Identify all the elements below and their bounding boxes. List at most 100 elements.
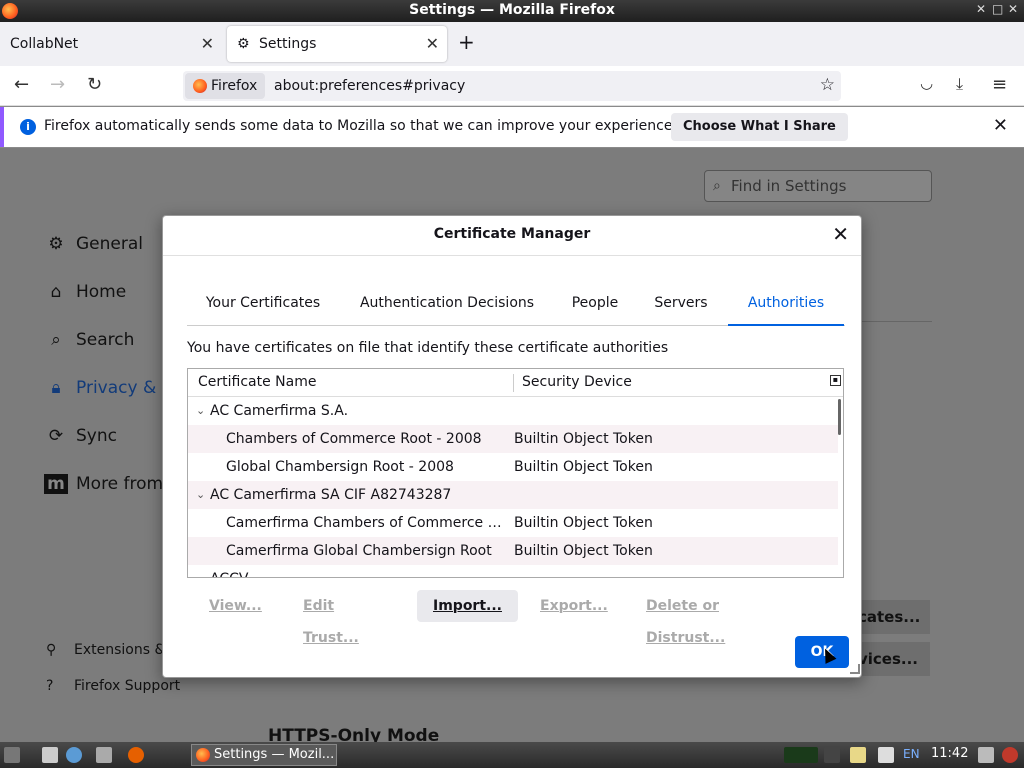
nav-more-from-mozilla[interactable]: m More from <box>44 474 163 494</box>
chevron-down-icon[interactable]: ⌄ <box>196 481 205 509</box>
start-menu-icon[interactable] <box>4 747 20 763</box>
new-tab-icon[interactable]: + <box>458 30 475 54</box>
notification-message: Firefox automatically sends some data to… <box>44 118 677 134</box>
firefox-support-link[interactable]: ? Firefox Support <box>46 678 180 694</box>
certificate-name: ACCV <box>210 565 490 577</box>
close-notification-icon[interactable]: ✕ <box>993 115 1008 136</box>
puzzle-icon: ⚲ <box>46 642 57 658</box>
gear-icon: ⚙ <box>237 36 250 52</box>
keyboard-layout[interactable]: EN <box>903 747 920 761</box>
tab-label: CollabNet <box>10 36 79 52</box>
tree-group-row[interactable]: ⌄ AC Camerfirma SA CIF A82743287 <box>188 481 838 509</box>
chevron-down-icon[interactable]: ⌄ <box>196 565 205 577</box>
view-button[interactable]: View... <box>193 590 278 622</box>
column-security-device[interactable]: Security Device <box>522 374 632 390</box>
delete-or-distrust-button[interactable]: Delete or Distrust... <box>630 590 741 646</box>
security-device: Builtin Object Token <box>514 459 653 475</box>
p-app-icon[interactable] <box>850 747 866 763</box>
find-placeholder: Find in Settings <box>731 177 847 195</box>
minimize-icon[interactable]: ✕ <box>976 2 986 16</box>
home-icon: ⌂ <box>50 282 62 302</box>
scrollbar-thumb[interactable] <box>838 399 841 435</box>
taskbar-window-label: Settings — Mozil... <box>214 747 335 762</box>
tab-authorities[interactable]: Authorities <box>728 290 844 326</box>
column-separator[interactable] <box>513 374 514 392</box>
certificate-name: Global Chambersign Root - 2008 <box>226 459 454 475</box>
authorities-description: You have certificates on file that ident… <box>187 340 669 356</box>
gear-icon: ⚙ <box>48 234 64 254</box>
certificate-name: AC Camerfirma S.A. <box>210 403 349 419</box>
forward-icon[interactable]: → <box>50 74 65 95</box>
choose-what-i-share-button[interactable]: Choose What I Share <box>671 113 848 141</box>
menu-icon[interactable]: ≡ <box>992 74 1007 95</box>
nav-general[interactable]: ⚙ General <box>44 234 143 254</box>
nav-bar: ← → ↻ Firefox about:preferences#privacy … <box>0 66 1024 106</box>
file-manager-icon[interactable] <box>42 747 58 763</box>
identity-box[interactable]: Firefox <box>185 73 266 99</box>
certificate-name: AC Camerfirma SA CIF A82743287 <box>210 487 452 503</box>
dialog-tabs: Your Certificates Authentication Decisio… <box>187 290 845 326</box>
taskbar-window-firefox[interactable]: Settings — Mozil... <box>191 744 337 766</box>
pocket-icon[interactable]: ◡ <box>920 74 933 92</box>
certificate-tree[interactable]: Certificate Name Security Device ▪ ⌄ AC C… <box>187 368 844 578</box>
back-icon[interactable]: ← <box>14 74 29 95</box>
close-window-icon[interactable]: ✕ <box>1008 2 1018 16</box>
certificate-row[interactable]: Global Chambersign Root - 2008 Builtin Ob… <box>188 453 838 481</box>
reload-icon[interactable]: ↻ <box>87 74 102 95</box>
tab-collabnet[interactable]: CollabNet ✕ <box>0 26 222 62</box>
url-text[interactable]: about:preferences#privacy <box>274 71 465 101</box>
tab-your-certificates[interactable]: Your Certificates <box>193 290 333 326</box>
cpu-graph-icon <box>784 747 818 763</box>
edit-trust-button[interactable]: Edit Trust... <box>287 590 375 646</box>
downloads-icon[interactable]: ⤓ <box>956 74 963 94</box>
certificate-name: Camerfirma Chambers of Commerce Root <box>226 515 506 531</box>
desktop-icon[interactable] <box>96 747 112 763</box>
nav-privacy[interactable]: 🔒︎ Privacy & S <box>44 378 172 398</box>
close-dialog-icon[interactable]: ✕ <box>832 224 849 244</box>
security-device: Builtin Object Token <box>514 543 653 559</box>
resize-grip-icon[interactable] <box>850 664 860 674</box>
url-bar[interactable]: Firefox about:preferences#privacy ☆ <box>183 71 841 101</box>
nav-home[interactable]: ⌂ Home <box>44 282 127 302</box>
tab-strip: CollabNet ✕ ⚙ Settings ✕ <box>0 22 1024 66</box>
certificate-row[interactable]: Camerfirma Chambers of Commerce Root Buil… <box>188 509 838 537</box>
tab-servers[interactable]: Servers <box>647 290 715 326</box>
chevron-down-icon[interactable]: ⌄ <box>196 397 205 425</box>
column-certificate-name[interactable]: Certificate Name <box>198 374 316 390</box>
tab-authentication-decisions[interactable]: Authentication Decisions <box>353 290 541 326</box>
tree-group-row[interactable]: ⌄ AC Camerfirma S.A. <box>188 397 838 425</box>
close-tab-icon[interactable]: ✕ <box>201 26 214 62</box>
clock: 11:42 <box>931 746 969 761</box>
search-tray-icon[interactable] <box>878 747 894 763</box>
maximize-icon[interactable]: □ <box>992 2 1003 16</box>
export-button[interactable]: Export... <box>524 590 624 622</box>
firefox-icon <box>193 79 207 93</box>
bookmark-star-icon[interactable]: ☆ <box>820 75 835 95</box>
window-title: Settings — Mozilla Firefox <box>409 2 615 18</box>
import-button[interactable]: Import... <box>417 590 518 622</box>
nav-sync[interactable]: ⟳ Sync <box>44 426 117 446</box>
volume-icon[interactable] <box>824 747 840 763</box>
support-label: Firefox Support <box>74 678 181 694</box>
nav-label: Search <box>76 330 135 350</box>
power-icon[interactable] <box>1002 747 1018 763</box>
divider <box>862 321 932 322</box>
tab-settings[interactable]: ⚙ Settings ✕ <box>227 26 447 62</box>
close-tab-icon[interactable]: ✕ <box>426 26 439 62</box>
nav-search[interactable]: ⌕ Search <box>44 330 134 350</box>
nav-label: More from <box>76 474 164 494</box>
session-icon[interactable] <box>978 747 994 763</box>
tab-people[interactable]: People <box>561 290 629 326</box>
find-in-settings-input[interactable]: ⌕ Find in Settings <box>704 170 932 202</box>
certificate-manager-dialog: Certificate Manager ✕ Your Certificates … <box>162 215 862 678</box>
extensions-themes-link[interactable]: ⚲ Extensions & <box>46 642 165 658</box>
tree-header: Certificate Name Security Device ▪ <box>188 369 843 397</box>
firefox-launcher-icon[interactable] <box>128 747 144 763</box>
certificate-row[interactable]: Chambers of Commerce Root - 2008 Builtin … <box>188 425 838 453</box>
certificate-row[interactable]: Camerfirma Global Chambersign Root Builti… <box>188 537 838 565</box>
tree-group-row[interactable]: ⌄ ACCV <box>188 565 838 577</box>
extensions-label: Extensions & <box>74 642 166 658</box>
certificate-name: Chambers of Commerce Root - 2008 <box>226 431 482 447</box>
browser-icon[interactable] <box>66 747 82 763</box>
column-picker-icon[interactable]: ▪ <box>830 375 841 386</box>
